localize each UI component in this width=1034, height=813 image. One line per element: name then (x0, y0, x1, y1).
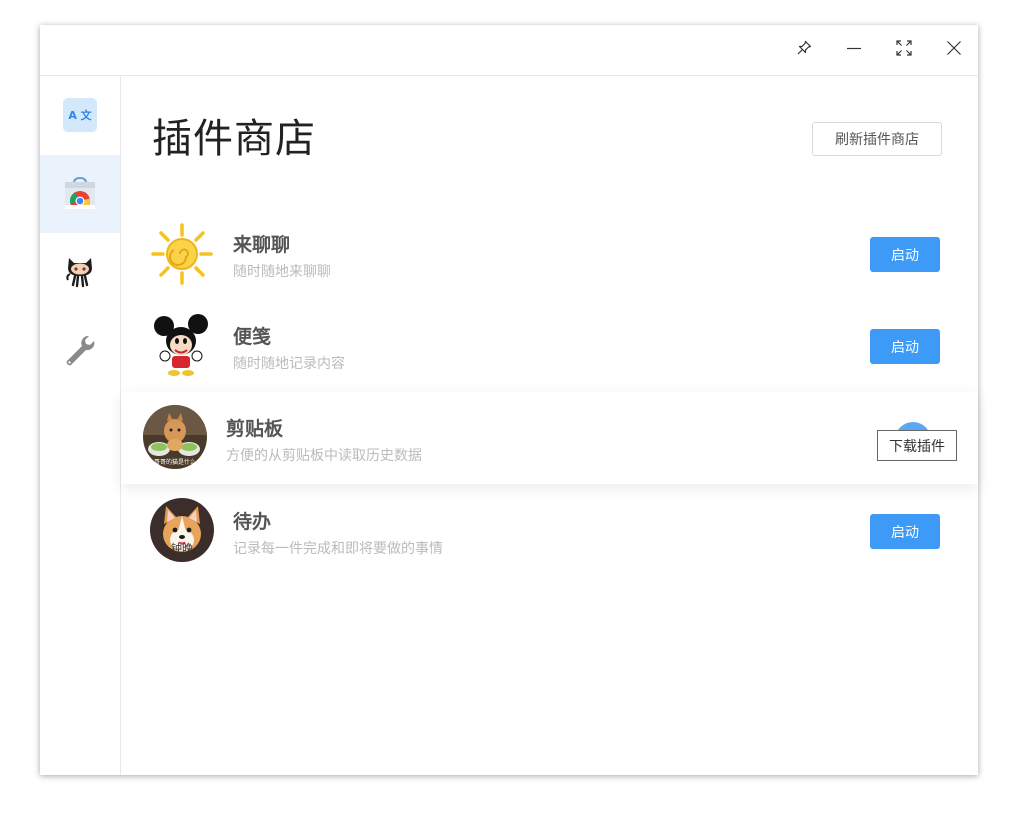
plugin-title: 便笺 (233, 326, 272, 348)
main-panel: 插件商店 刷新插件商店 来聊聊 随时随地来聊聊 启动 便笺 随时随地记录内容 启… (121, 76, 978, 775)
plugin-desc: 方便的从剪贴板中读取历史数据 (226, 448, 422, 464)
pin-icon (796, 40, 812, 60)
chrome-store-icon (63, 175, 97, 213)
fullscreen-icon (896, 40, 912, 60)
plugin-desc: 记录每一件完成和即将要做的事情 (233, 541, 443, 557)
mickey-icon (150, 314, 214, 378)
avatar-caption: 钟晚 (171, 542, 193, 555)
plugin-title: 待办 (233, 511, 272, 533)
plugin-desc: 随时随地来聊聊 (233, 264, 331, 280)
wrench-icon (63, 333, 97, 371)
corgi-photo-icon: 钟晚 (150, 498, 214, 562)
sidebar-item-settings[interactable] (40, 313, 120, 391)
plugin-title: 剪贴板 (226, 418, 284, 440)
plugin-row-clipboard[interactable]: 哥哥的猫是什么 剪贴板 方便的从剪贴板中读取历史数据 (121, 392, 978, 484)
sidebar-item-github[interactable] (40, 234, 120, 312)
minimize-button[interactable] (841, 37, 867, 63)
title-bar (40, 25, 978, 76)
plugin-title: 来聊聊 (233, 234, 291, 256)
translate-icon: A 文 (63, 98, 97, 132)
download-tooltip: 下载插件 (877, 430, 957, 461)
launch-button[interactable]: 启动 (870, 237, 940, 272)
sidebar: A 文 (40, 76, 121, 775)
cat-photo-icon: 哥哥的猫是什么 (143, 405, 207, 469)
launch-button[interactable]: 启动 (870, 514, 940, 549)
minimize-icon (846, 40, 862, 60)
page-title: 插件商店 (152, 116, 316, 162)
pin-button[interactable] (791, 37, 817, 63)
close-button[interactable] (941, 37, 967, 63)
sidebar-item-store[interactable] (40, 155, 120, 233)
fullscreen-button[interactable] (891, 37, 917, 63)
plugin-row-chat[interactable]: 来聊聊 随时随地来聊聊 启动 (121, 208, 978, 300)
sidebar-item-translate[interactable]: A 文 (40, 76, 120, 154)
translate-icon-label: A 文 (68, 109, 92, 122)
plugin-row-notes[interactable]: 便笺 随时随地记录内容 启动 (121, 300, 978, 392)
refresh-store-button[interactable]: 刷新插件商店 (812, 122, 942, 156)
close-icon (946, 40, 962, 60)
sun-icon (150, 222, 214, 286)
launch-button[interactable]: 启动 (870, 329, 940, 364)
app-window: A 文 插件商店 刷新插件商店 来聊聊 随时随地来聊聊 启动 便笺 随时随地记录… (40, 25, 978, 775)
avatar-caption: 哥哥的猫是什么 (153, 459, 196, 466)
plugin-desc: 随时随地记录内容 (233, 356, 345, 372)
plugin-row-todo[interactable]: 钟晚 待办 记录每一件完成和即将要做的事情 启动 (121, 485, 978, 577)
octocat-icon (64, 254, 96, 292)
